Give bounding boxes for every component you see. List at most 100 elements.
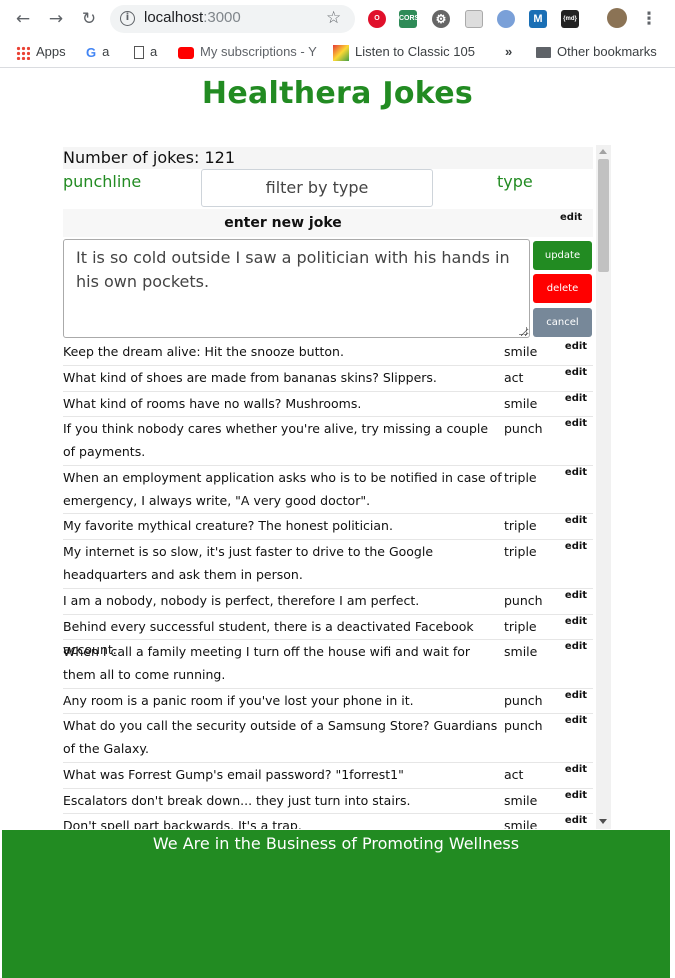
joke-row: My favorite mythical creature? The hones…	[63, 514, 593, 540]
jokes-panel[interactable]: Number of jokes: 121 punchline filter by…	[60, 145, 611, 829]
joke-row: When I call a family meeting I turn off …	[63, 640, 593, 689]
joke-edit-link[interactable]: edit	[561, 610, 591, 633]
scroll-down-icon[interactable]	[599, 819, 607, 824]
cors-icon[interactable]: CORS	[399, 10, 419, 28]
joke-edit-link[interactable]: edit	[561, 509, 591, 532]
joke-row: What kind of shoes are made from bananas…	[63, 366, 593, 392]
joke-type: act	[504, 370, 524, 385]
joke-punchline: Escalators don't break down... they just…	[63, 793, 411, 808]
youtube-icon	[178, 46, 194, 59]
forward-icon[interactable]: →	[45, 8, 67, 30]
footer: We Are in the Business of Promoting Well…	[2, 830, 670, 978]
joke-row: When an employment application asks who …	[63, 466, 593, 514]
bookmark-other[interactable]: Other bookmarks	[536, 44, 657, 59]
joke-row: Don't spell part backwards. It's a trap.…	[63, 814, 593, 829]
joke-edit-link[interactable]: edit	[561, 684, 591, 707]
joke-edit-link[interactable]: edit	[561, 412, 591, 435]
folder-icon	[536, 47, 551, 59]
reload-icon[interactable]: ↻	[78, 8, 100, 30]
menu-kebab-icon[interactable]: ⋮	[638, 8, 660, 30]
joke-type: punch	[504, 693, 543, 708]
joke-punchline: Don't spell part backwards. It's a trap.	[63, 818, 302, 829]
joke-punchline: When I call a family meeting I turn off …	[63, 644, 471, 682]
joke-punchline: My internet is so slow, it's just faster…	[63, 544, 434, 582]
joke-edit-link[interactable]: edit	[561, 535, 591, 558]
back-icon[interactable]: ←	[12, 8, 34, 30]
joke-type: smile	[504, 396, 538, 411]
joke-punchline: My favorite mythical creature? The hones…	[63, 518, 393, 533]
joke-edit-link[interactable]: edit	[561, 784, 591, 807]
joke-punchline: I am a nobody, nobody is perfect, theref…	[63, 593, 420, 608]
joke-row: My internet is so slow, it's just faster…	[63, 540, 593, 589]
joke-row: Any room is a panic room if you've lost …	[63, 689, 593, 714]
joke-row: What kind of rooms have no walls? Mushro…	[63, 392, 593, 417]
bookmarks-bar: Apps Ga a My subscriptions - Y Listen to…	[0, 37, 675, 68]
joke-type: smile	[504, 644, 538, 659]
joke-editor-textarea[interactable]: It is so cold outside I saw a politician…	[63, 239, 530, 338]
filter-by-type-input[interactable]: filter by type	[201, 169, 433, 207]
joke-punchline: What kind of rooms have no walls? Mushro…	[63, 396, 362, 411]
joke-count: Number of jokes: 121	[63, 147, 593, 169]
joke-edit-link[interactable]: edit	[561, 635, 591, 658]
joke-edit-link[interactable]: edit	[561, 387, 591, 410]
resize-grip-icon[interactable]	[519, 327, 527, 335]
bookmark-google[interactable]: Ga	[86, 44, 109, 60]
joke-type: smile	[504, 793, 538, 808]
footer-tagline: We Are in the Business of Promoting Well…	[152, 834, 520, 853]
page-icon	[134, 46, 144, 60]
m-ext-icon[interactable]: M	[529, 10, 547, 28]
joke-type: smile	[504, 344, 538, 359]
bookmark-apps[interactable]: Apps	[16, 44, 66, 60]
calendar-ext-icon[interactable]	[465, 10, 483, 28]
new-joke-edit-link[interactable]: edit	[560, 212, 582, 223]
joke-type: punch	[504, 718, 543, 733]
joke-punchline: What do you call the security outside of…	[63, 718, 498, 756]
update-button[interactable]: update	[533, 241, 592, 270]
joke-row: Keep the dream alive: Hit the snooze but…	[63, 340, 593, 366]
joke-type: triple	[504, 518, 537, 533]
joke-row: I am a nobody, nobody is perfect, theref…	[63, 589, 593, 615]
joke-edit-link[interactable]: edit	[561, 709, 591, 732]
new-joke-label: enter new joke	[224, 215, 342, 231]
circle-ext-icon[interactable]	[497, 10, 515, 28]
page-title: Healthera Jokes	[201, 76, 474, 111]
site-info-icon[interactable]: i	[120, 11, 135, 26]
joke-edit-link[interactable]: edit	[561, 361, 591, 384]
terminal-ext-icon[interactable]: {md}	[561, 10, 579, 28]
joke-punchline: If you think nobody cares whether you're…	[63, 421, 489, 459]
joke-type: act	[504, 767, 524, 782]
opera-icon[interactable]: O	[368, 10, 386, 28]
joke-row: What was Forrest Gump's email password? …	[63, 763, 593, 789]
cancel-button[interactable]: cancel	[533, 308, 592, 337]
scroll-up-icon[interactable]	[599, 149, 607, 154]
bookmarks-overflow-button[interactable]: »	[505, 44, 512, 59]
bookmark-doc[interactable]: a	[134, 44, 157, 60]
address-bar[interactable]: i localhost:3000	[110, 5, 355, 33]
joke-edit-link[interactable]: edit	[561, 584, 591, 607]
joke-punchline: Keep the dream alive: Hit the snooze but…	[63, 344, 344, 359]
browser-toolbar: ← → ↻ i localhost:3000 ☆ O CORS ⚙ M {md}…	[0, 0, 675, 37]
joke-row: What do you call the security outside of…	[63, 714, 593, 763]
joke-punchline: What kind of shoes are made from bananas…	[63, 370, 437, 385]
joke-punchline: Any room is a panic room if you've lost …	[63, 693, 414, 708]
joke-edit-link[interactable]: edit	[561, 335, 591, 358]
bookmark-classic[interactable]: Listen to Classic 105	[333, 44, 475, 61]
column-header-type: type	[497, 172, 533, 191]
jokes-scrollbar[interactable]	[596, 145, 611, 829]
joke-punchline: What was Forrest Gump's email password? …	[63, 767, 404, 782]
delete-button[interactable]: delete	[533, 274, 592, 303]
joke-type: triple	[504, 619, 537, 634]
gear-ext-icon[interactable]: ⚙	[432, 10, 450, 28]
profile-avatar[interactable]	[607, 8, 627, 28]
scroll-thumb[interactable]	[598, 159, 609, 272]
new-joke-row: enter new joke edit	[63, 209, 593, 237]
joke-edit-link[interactable]: edit	[561, 461, 591, 484]
joke-edit-link[interactable]: edit	[561, 758, 591, 781]
url-text[interactable]: localhost:3000	[144, 9, 241, 26]
bookmark-youtube[interactable]: My subscriptions - Y	[178, 44, 317, 59]
joke-edit-link[interactable]: edit	[561, 809, 591, 829]
joke-type: smile	[504, 818, 538, 829]
joke-type: triple	[504, 544, 537, 559]
joke-type: triple	[504, 470, 537, 485]
joke-type: punch	[504, 421, 543, 436]
